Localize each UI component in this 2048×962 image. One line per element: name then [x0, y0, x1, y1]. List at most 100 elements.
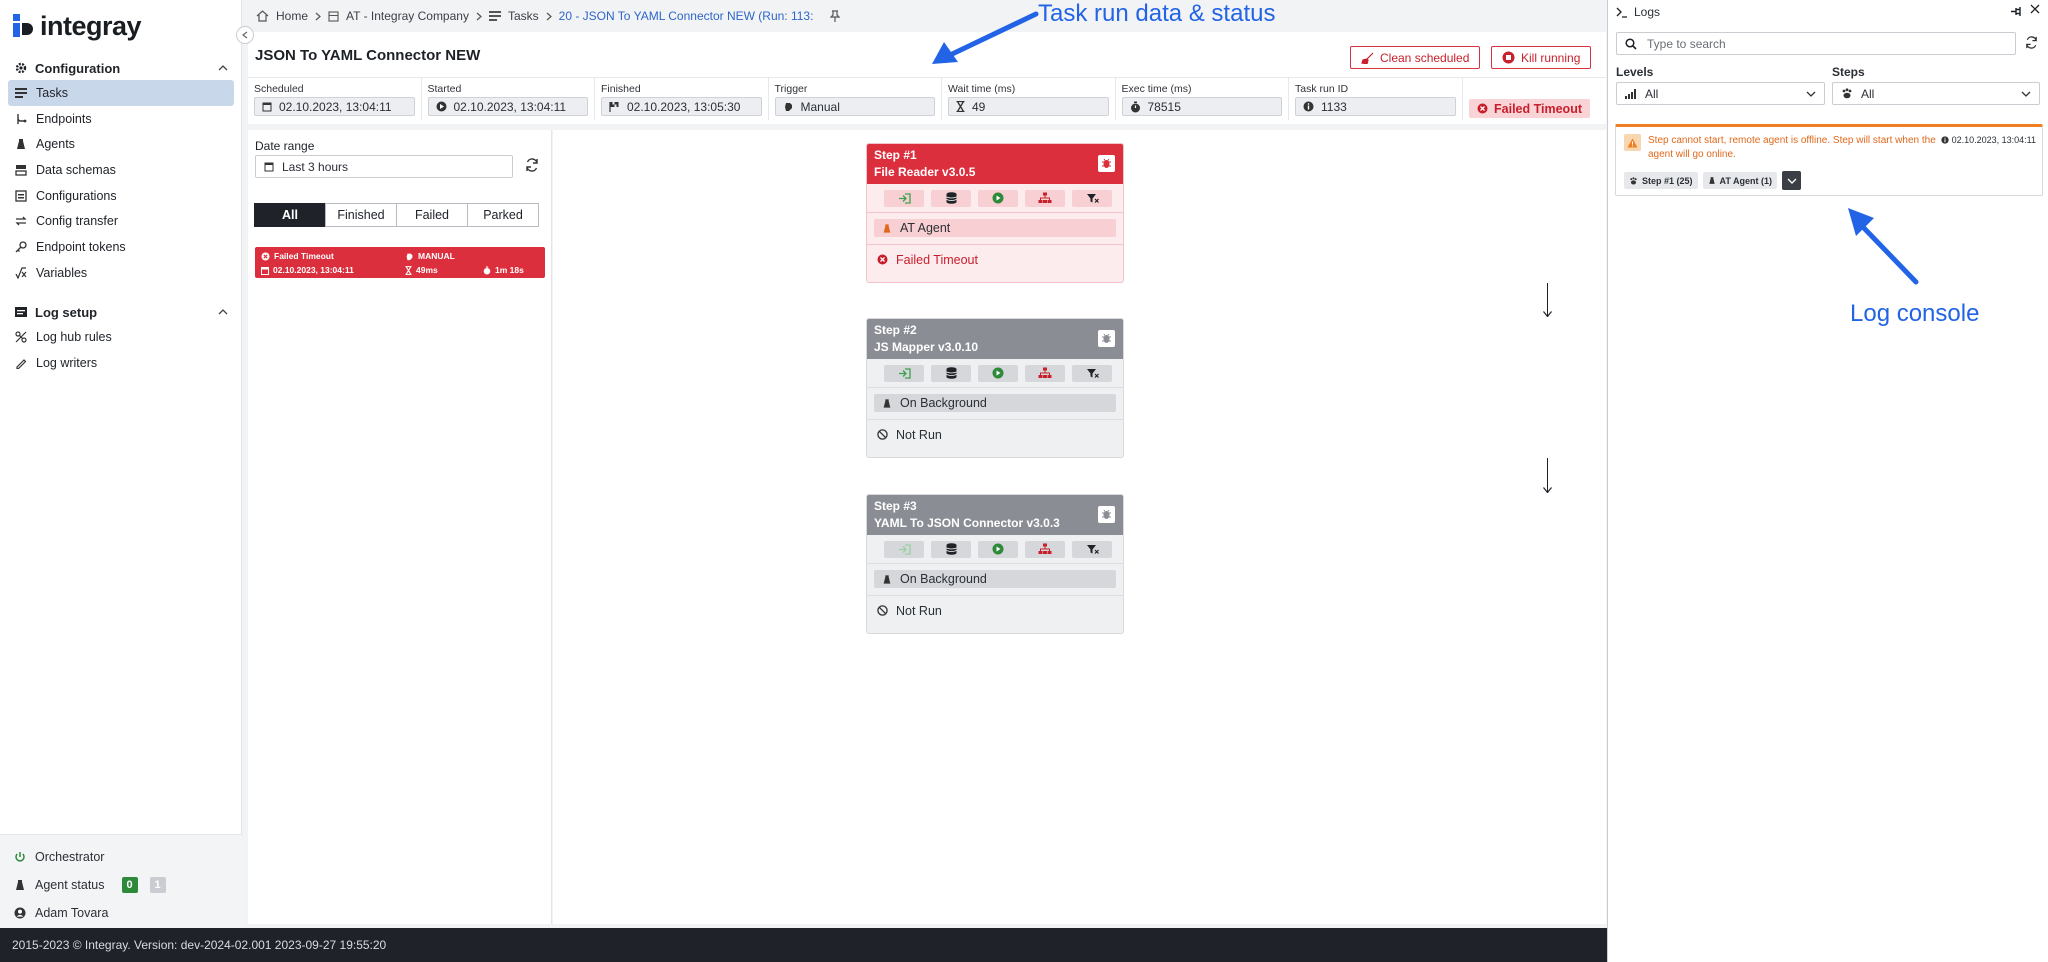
step-name: JS Mapper v3.0.10 — [874, 340, 979, 354]
refresh-icon[interactable] — [2025, 36, 2038, 49]
sidebar-item-agents[interactable]: Agents — [8, 131, 234, 157]
sidebar-item-configurations[interactable]: Configurations — [8, 183, 234, 209]
step-state-label: Failed Timeout — [896, 252, 978, 267]
sidebar-item-tasks[interactable]: Tasks — [8, 80, 234, 106]
step-card-1[interactable]: Step #1 File Reader v3.0.5 AT Agent Fail… — [866, 143, 1124, 283]
sidebar-item-variables[interactable]: Variables — [8, 260, 234, 286]
run-status-filters: All Finished Failed Parked — [254, 203, 539, 227]
levels-select[interactable]: All — [1616, 82, 1825, 105]
filter-clear-icon[interactable] — [1072, 540, 1112, 558]
step-state-label: Not Run — [896, 427, 942, 442]
nav-head-configuration[interactable]: Configuration — [8, 56, 234, 80]
filter-clear-icon[interactable] — [1072, 189, 1112, 207]
step-state-label: Not Run — [896, 603, 942, 618]
flag-icon — [609, 101, 620, 112]
hierarchy-icon[interactable] — [1025, 189, 1065, 207]
field-value: 49 — [972, 99, 986, 114]
run-icon[interactable] — [978, 540, 1018, 558]
database-icon[interactable] — [931, 189, 971, 207]
kill-running-label: Kill running — [1521, 50, 1581, 65]
ban-icon — [877, 429, 888, 440]
breadcrumb: Home AT - Integray Company Tasks 20 - JS… — [256, 7, 841, 25]
step-card-3[interactable]: Step #3 YAML To JSON Connector v3.0.3 On… — [866, 494, 1124, 634]
error-circle-icon — [1477, 103, 1488, 114]
task-status-label: Failed Timeout — [1494, 101, 1582, 116]
orchestrator-status[interactable]: Orchestrator — [14, 843, 228, 871]
database-icon[interactable] — [931, 364, 971, 382]
sidebar-item-log-hub-rules[interactable]: Log hub rules — [8, 324, 234, 350]
hierarchy-icon[interactable] — [1025, 364, 1065, 382]
bug-icon[interactable] — [1098, 330, 1115, 347]
log-tag-label: Step #1 (25) — [1642, 175, 1693, 186]
log-search-input[interactable]: Type to search — [1616, 32, 2016, 55]
config-transfer-icon — [14, 215, 27, 228]
field-value-box: 1133 — [1295, 97, 1456, 116]
nav-head-label: Log setup — [35, 304, 98, 320]
footer: 2015-2023 © Integray. Version: dev-2024-… — [0, 928, 1607, 962]
log-setup-icon — [14, 306, 27, 319]
steps-select[interactable]: All — [1832, 82, 2040, 105]
clean-scheduled-label: Clean scheduled — [1380, 50, 1470, 65]
nav-head-log-setup[interactable]: Log setup — [8, 300, 234, 324]
step-card-2[interactable]: Step #2 JS Mapper v3.0.10 On Background … — [866, 318, 1124, 458]
task-run-item[interactable]: Failed Timeout 02.10.2023, 13:04:11 MANU… — [255, 247, 545, 278]
agent-icon — [882, 574, 892, 585]
filter-parked[interactable]: Parked — [467, 203, 539, 227]
ban-icon — [877, 605, 888, 616]
log-tag-step[interactable]: Step #1 (25) — [1624, 172, 1698, 189]
hierarchy-icon[interactable] — [1025, 540, 1065, 558]
pin-icon[interactable] — [830, 10, 841, 22]
breadcrumb-home[interactable]: Home — [276, 9, 308, 23]
expand-button[interactable] — [1782, 171, 1802, 190]
run-duration: 1m 18s — [495, 265, 524, 275]
chevron-up-icon — [218, 309, 228, 315]
paw-icon — [1629, 176, 1638, 185]
stopwatch-icon — [1130, 101, 1141, 113]
filter-finished[interactable]: Finished — [325, 203, 397, 227]
sidebar-item-endpoint-tokens[interactable]: Endpoint tokens — [8, 234, 234, 260]
input-icon[interactable] — [884, 364, 924, 382]
input-icon[interactable] — [884, 189, 924, 207]
sidebar-item-config-transfer[interactable]: Config transfer — [8, 208, 234, 234]
run-icon[interactable] — [978, 189, 1018, 207]
log-tag-agent[interactable]: AT Agent (1) — [1702, 172, 1778, 189]
field-wait-time: Wait time (ms) 49 — [942, 78, 1116, 120]
user-menu[interactable]: Adam Tovara — [14, 899, 228, 927]
sidebar-item-log-writers[interactable]: Log writers — [8, 350, 234, 376]
run-icon[interactable] — [978, 364, 1018, 382]
sidebar-item-label: Data schemas — [36, 162, 116, 177]
close-icon[interactable] — [2030, 4, 2040, 14]
breadcrumb-tasks[interactable]: Tasks — [508, 9, 539, 23]
sidebar-collapse-button[interactable] — [236, 26, 254, 44]
logs-header: Logs — [1616, 5, 1660, 19]
agent-status[interactable]: Agent status 0 1 — [14, 871, 228, 899]
bug-icon[interactable] — [1098, 506, 1115, 523]
kill-running-button[interactable]: Kill running — [1491, 46, 1592, 69]
sidebar-item-label: Log writers — [36, 355, 98, 370]
clean-scheduled-button[interactable]: Clean scheduled — [1350, 46, 1481, 69]
log-tag-label: AT Agent (1) — [1719, 175, 1773, 186]
tasks-icon — [488, 11, 501, 21]
step-title: Step #1 — [874, 148, 917, 162]
sidebar-item-data-schemas[interactable]: Data schemas — [8, 157, 234, 183]
steps-label: Steps — [1832, 65, 1865, 79]
breadcrumb-company[interactable]: AT - Integray Company — [346, 9, 469, 23]
input-icon[interactable] — [884, 540, 924, 558]
sidebar-item-endpoints[interactable]: Endpoints — [8, 106, 234, 132]
database-icon[interactable] — [931, 540, 971, 558]
date-range-select[interactable]: Last 3 hours — [255, 155, 513, 178]
logo[interactable]: integray — [12, 10, 142, 42]
pin-icon[interactable] — [2010, 6, 2022, 17]
footer-version-text: 2015-2023 © Integray. Version: dev-2024-… — [12, 938, 387, 952]
field-label: Exec time (ms) — [1121, 83, 1192, 95]
refresh-icon[interactable] — [525, 158, 541, 174]
bug-icon[interactable] — [1098, 155, 1115, 172]
log-entry[interactable]: Step cannot start, remote agent is offli… — [1615, 124, 2043, 196]
field-label: Finished — [601, 83, 641, 95]
user-icon — [14, 907, 26, 919]
logs-title: Logs — [1634, 5, 1661, 19]
filter-all[interactable]: All — [254, 203, 326, 227]
filter-failed[interactable]: Failed — [396, 203, 468, 227]
filter-clear-icon[interactable] — [1072, 364, 1112, 382]
field-trigger: Trigger Manual — [769, 78, 942, 120]
